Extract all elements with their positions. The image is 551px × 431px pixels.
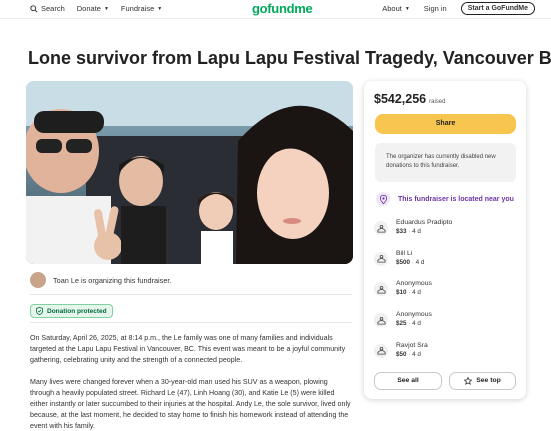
donor-name: Anonymous xyxy=(396,311,432,319)
family-photo xyxy=(26,81,353,264)
donate-menu[interactable]: Donate ▼ xyxy=(77,4,109,13)
star-icon xyxy=(464,377,473,385)
donation-hands-icon xyxy=(374,313,388,328)
fundraise-label: Fundraise xyxy=(120,4,155,13)
near-label: This fundraiser is located near you xyxy=(398,195,514,203)
donation-hands-icon xyxy=(374,251,388,266)
search-icon xyxy=(30,4,38,13)
donation-item: Bill Li $500 · 4 d xyxy=(374,249,519,280)
donation-time: 4 d xyxy=(412,228,421,235)
gofundme-logo[interactable]: gofundme xyxy=(252,1,313,16)
donation-item: Ravjot Sra $50 · 4 d xyxy=(374,341,519,372)
see-top-label: See top xyxy=(476,377,501,384)
donation-protected-badge[interactable]: Donation protected xyxy=(30,304,113,318)
donations-disabled-notice: The organizer has currently disabled new… xyxy=(375,143,516,182)
location-pin-icon xyxy=(376,192,390,206)
about-menu[interactable]: About ▼ xyxy=(382,4,410,13)
divider xyxy=(30,322,352,323)
top-navigation-bar: Search Donate ▼ Fundraise ▼ gofundme Abo… xyxy=(0,0,551,19)
shield-icon xyxy=(36,307,43,315)
chevron-down-icon: ▼ xyxy=(103,5,109,12)
donation-time: 4 d xyxy=(412,289,421,297)
fundraiser-hero-image[interactable] xyxy=(26,81,353,264)
start-gofundme-button[interactable]: Start a GoFundMe xyxy=(460,2,535,15)
donor-name: Ravjot Sra xyxy=(396,341,428,349)
page-title: Lone survivor from Lapu Lapu Festival Tr… xyxy=(28,48,551,68)
about-label: About xyxy=(382,4,402,13)
donor-name: Eduardus Pradipto xyxy=(396,219,453,226)
donation-amount: $500 xyxy=(396,258,411,266)
chevron-down-icon: ▼ xyxy=(404,5,410,12)
story-paragraph: On Saturday, April 26, 2025, at 8:14 p.m… xyxy=(30,334,346,364)
see-top-button[interactable]: See top xyxy=(449,372,516,390)
nav-left: Search Donate ▼ Fundraise ▼ xyxy=(30,4,162,13)
donation-amount: $10 xyxy=(396,289,407,297)
donation-amount: $50 xyxy=(396,350,407,358)
donation-amount: $25 xyxy=(396,320,407,328)
see-all-button[interactable]: See all xyxy=(374,372,442,390)
donation-time: 4 d xyxy=(412,350,421,358)
donation-item: Eduardus Pradipto $33 · 4 d xyxy=(374,218,519,249)
donor-name: Anonymous xyxy=(396,280,432,288)
divider xyxy=(30,294,352,295)
nav-right: About ▼ Sign in Start a GoFundMe xyxy=(382,2,535,15)
fundraise-menu[interactable]: Fundraise ▼ xyxy=(121,4,162,13)
avatar xyxy=(30,272,46,288)
fundraiser-story: On Saturday, April 26, 2025, at 8:14 p.m… xyxy=(30,333,352,431)
organizer-row[interactable]: Toan Le is organizing this fundraiser. xyxy=(30,272,171,288)
donation-hands-icon xyxy=(374,282,388,297)
donation-amount: $33 xyxy=(396,228,407,235)
donation-time: 4 d xyxy=(415,258,425,266)
search-label: Search xyxy=(41,4,65,13)
amount-raised: $542,256 raised xyxy=(374,92,445,106)
search-link[interactable]: Search xyxy=(30,4,65,13)
location-near-you: This fundraiser is located near you xyxy=(376,192,514,206)
sign-in-link[interactable]: Sign in xyxy=(424,4,447,13)
donation-hands-icon xyxy=(374,221,388,235)
share-button[interactable]: Share xyxy=(375,114,516,134)
donor-name: Bill Li xyxy=(396,249,413,257)
amount-label: raised xyxy=(429,99,446,105)
donation-sidebar-card: $542,256 raised Share The organizer has … xyxy=(364,81,526,399)
chevron-down-icon: ▼ xyxy=(157,5,163,12)
donation-item: Anonymous $25 · 4 d xyxy=(374,310,519,341)
donate-label: Donate xyxy=(76,4,101,13)
recent-donations-list: Eduardus Pradipto $33 · 4 d Bill Li $500… xyxy=(374,218,519,371)
amount-value: $542,256 xyxy=(374,92,427,106)
donation-protected-label: Donation protected xyxy=(47,307,107,315)
story-paragraph: Many lives were changed forever when a 3… xyxy=(30,378,351,430)
donation-time: 4 d xyxy=(412,320,421,328)
donation-item: Anonymous $10 · 4 d xyxy=(374,279,519,310)
donation-hands-icon xyxy=(374,343,388,358)
organizer-text: Toan Le is organizing this fundraiser. xyxy=(53,275,172,285)
